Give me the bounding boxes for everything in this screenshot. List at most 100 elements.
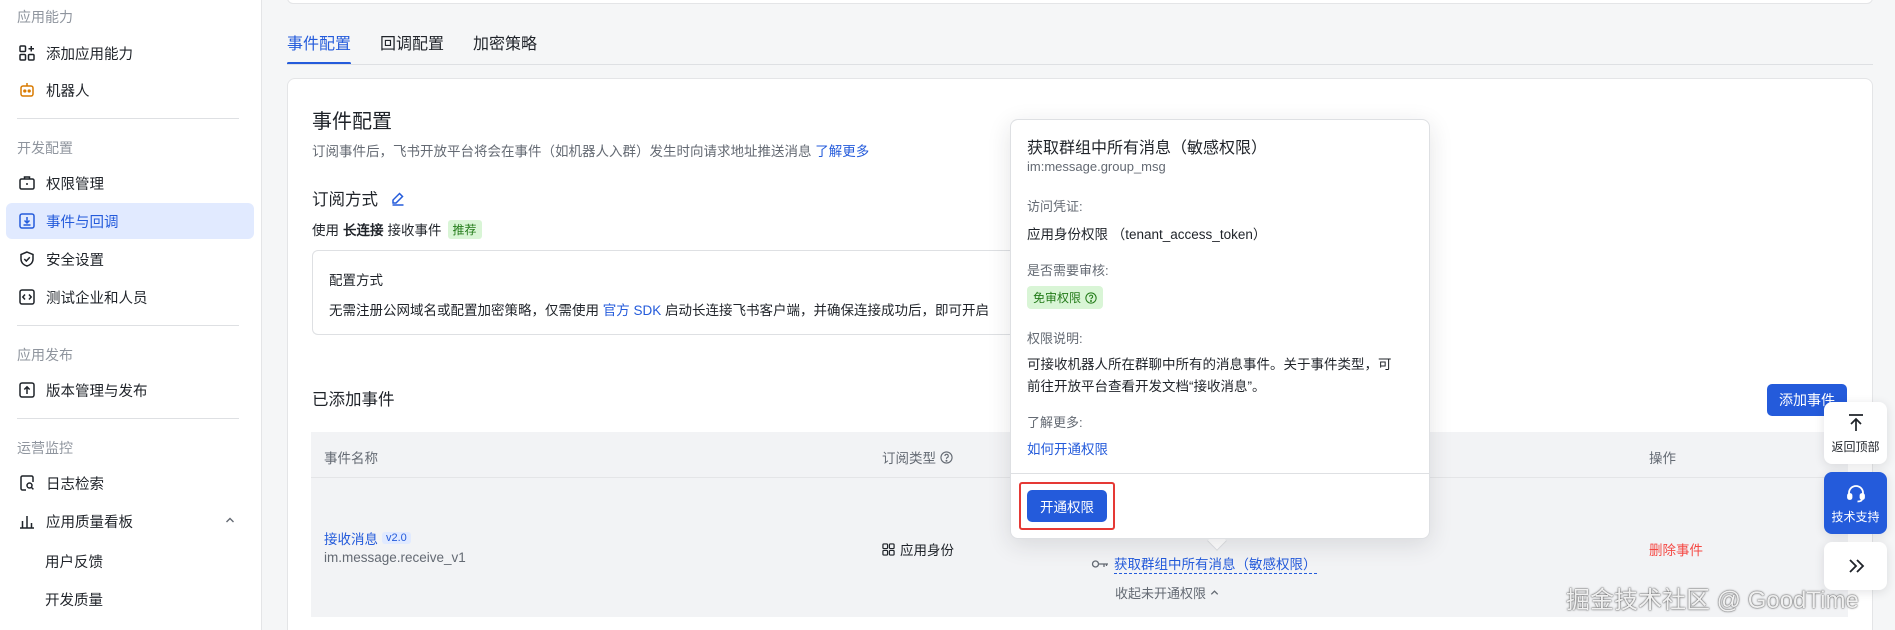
sidebar-item-versions[interactable]: 版本管理与发布 [6,372,254,408]
review-tag: 免审权限 [1027,286,1104,309]
sidebar-item-security[interactable]: 安全设置 [6,241,254,277]
tab-bar: 事件配置 回调配置 加密策略 [287,30,566,65]
tab-event-config[interactable]: 事件配置 [287,30,352,65]
column-action: 操作 [1649,451,1676,466]
key-icon [1091,558,1109,570]
tech-support-button[interactable]: 技术支持 [1824,472,1887,534]
version-badge: v2.0 [382,532,411,544]
double-chevron-right-icon [1845,555,1867,577]
config-box-text: 无需注册公网域名或配置加密策略，仅需使用 官方 SDK 启动长连接飞书客户端，并… [329,299,989,319]
permission-popover: 获取群组中所有消息（敏感权限） im:message.group_msg 访问凭… [1010,119,1430,539]
sidebar-item-test-org[interactable]: 测试企业和人员 [6,279,254,315]
column-sub-type-label: 订阅类型 [882,451,936,466]
column-event-name: 事件名称 [324,451,378,466]
tab-underline [287,64,1873,65]
briefcase-icon [18,174,36,192]
sidebar-item-logs[interactable]: 日志检索 [6,465,254,501]
log-search-icon [18,474,36,492]
sidebar-item-label: 版本管理与发布 [46,383,148,400]
arrow-to-top-icon [1845,412,1867,434]
config-text-after: 启动长连接飞书客户端，并确保连接成功后，即可开启 [665,303,990,318]
description-text: 订阅事件后，飞书开放平台将会在事件（如机器人入群）发生时向请求地址推送消息 [312,144,812,159]
event-code: im.message.receive_v1 [324,550,466,565]
sidebar-item-label: 测试企业和人员 [46,290,148,307]
code-box-icon [18,288,36,306]
back-to-top-label: 返回顶部 [1831,439,1880,454]
sub-type-value: 应用身份 [900,543,954,558]
top-card [287,0,1873,4]
collapse-label: 收起未开通权限 [1115,586,1207,601]
back-to-top-button[interactable]: 返回顶部 [1824,402,1887,464]
permission-cell: 获取群组中所有消息（敏感权限） [1091,553,1317,574]
collapse-toggle[interactable]: 收起未开通权限 [1115,583,1220,602]
chevron-up-icon [224,514,236,530]
sidebar-group-app-release: 应用发布 [17,347,73,363]
tab-callback-config[interactable]: 回调配置 [380,30,444,64]
credential-value: 应用身份权限 （tenant_access_token） [1027,227,1267,242]
subscribe-suffix: 接收事件 [387,223,442,238]
help-circle-icon[interactable] [940,450,953,464]
bar-chart-icon [18,512,36,530]
shield-check-icon [18,250,36,268]
sidebar-divider [17,418,239,419]
sidebar-item-label: 安全设置 [46,252,104,269]
credential-label: 访问凭证: [1027,199,1083,214]
sidebar-divider [17,118,239,119]
app-grid-icon [882,542,895,556]
sidebar-item-label: 应用质量看板 [46,514,133,531]
config-box-title: 配置方式 [329,273,383,288]
event-box-icon [18,212,36,230]
section-description: 订阅事件后，飞书开放平台将会在事件（如机器人入群）发生时向请求地址推送消息 了解… [312,140,869,160]
sidebar-divider [17,325,239,326]
sidebar-group-ops-monitor: 运营监控 [17,440,73,456]
official-sdk-link[interactable]: 官方 SDK [603,303,662,318]
sidebar-item-label: 日志检索 [46,476,104,493]
popover-title: 获取群组中所有消息（敏感权限） [1027,140,1268,157]
highlight-box [1019,482,1115,530]
sidebar-subitem-dev-quality[interactable]: 开发质量 [45,589,103,610]
sidebar-item-robot[interactable]: 机器人 [6,72,254,108]
sidebar-item-events[interactable]: 事件与回调 [6,203,254,239]
sidebar-item-label: 添加应用能力 [46,46,133,63]
added-events-title: 已添加事件 [312,391,395,409]
edit-icon[interactable] [390,190,406,206]
permission-link[interactable]: 获取群组中所有消息（敏感权限） [1114,553,1317,574]
popover-divider [1011,473,1429,474]
event-name-cell: 接收消息 v2.0 [324,528,411,548]
desc-line-2: 前往开放平台查看开发文档“接收消息”。 [1027,379,1266,394]
sidebar-group-app-ability: 应用能力 [17,9,73,25]
config-text-before: 无需注册公网域名或配置加密策略，仅需使用 [329,303,599,318]
sidebar-item-label: 机器人 [46,83,90,100]
sidebar-item-permissions[interactable]: 权限管理 [6,165,254,201]
event-name-link[interactable]: 接收消息 [324,528,378,548]
sub-type-cell: 应用身份 [882,539,954,559]
tech-support-label: 技术支持 [1831,509,1880,524]
popover-scope: im:message.group_msg [1027,159,1166,174]
section-title: 事件配置 [312,111,392,133]
sidebar-item-quality-board[interactable]: 应用质量看板 [6,503,254,539]
subscribe-prefix: 使用 [312,223,339,238]
learn-more-link[interactable]: 了解更多 [815,144,869,159]
grid-plus-icon [18,44,36,62]
watermark: 掘金技术社区 @ GoodTime [1566,587,1859,614]
robot-icon [18,81,36,99]
subscribe-title: 订阅方式 [312,186,406,210]
sidebar-group-dev-config: 开发配置 [17,140,73,156]
help-circle-icon[interactable] [1085,291,1097,304]
review-tag-label: 免审权限 [1033,291,1082,305]
subscribe-mode: 长连接 [343,223,384,238]
tab-encryption-policy[interactable]: 加密策略 [473,30,537,64]
sidebar-item-label: 权限管理 [46,176,104,193]
sidebar-item-label: 事件与回调 [46,214,119,231]
headset-icon [1845,482,1867,504]
subscribe-title-text: 订阅方式 [312,191,378,209]
chevron-up-icon [1209,587,1220,598]
desc-line-1: 可接收机器人所在群聊中所有的消息事件。关于事件类型，可 [1027,357,1392,372]
desc-label: 权限说明: [1027,331,1083,346]
sidebar-item-add-ability[interactable]: 添加应用能力 [6,35,254,71]
subscribe-method: 使用 长连接 接收事件 推荐 [312,219,482,239]
how-to-enable-link[interactable]: 如何开通权限 [1027,438,1108,458]
delete-event-link[interactable]: 删除事件 [1649,539,1703,559]
sidebar-subitem-feedback[interactable]: 用户反馈 [45,551,103,572]
upload-box-icon [18,381,36,399]
